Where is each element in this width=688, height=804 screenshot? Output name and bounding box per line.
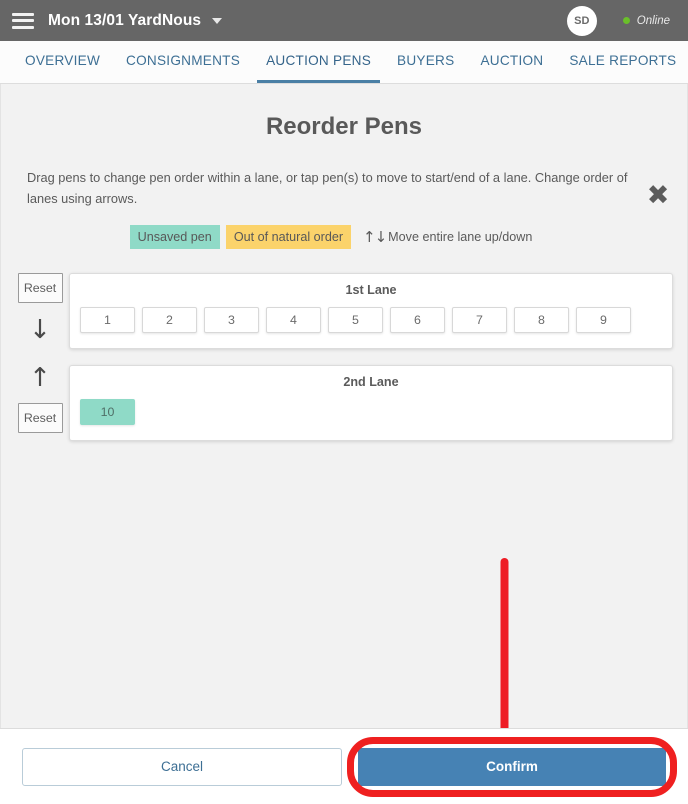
lane-card-2[interactable]: 2nd Lane 10 [69,365,673,442]
page-title: Mon 13/01 YardNous [48,11,202,29]
status-badge: Online [622,14,670,27]
cancel-button[interactable]: Cancel [22,747,342,786]
legend-out-of-natural-order: Out of natural order [225,225,352,250]
top-bar: Mon 13/01 YardNous SD Online [0,0,688,41]
status-dot-icon [622,17,630,24]
main-nav: OVERVIEW CONSIGNMENTS AUCTION PENS BUYER… [0,41,688,84]
arrow-up-down-icon: ↑↓ [363,228,387,247]
lane-row-1: Reset ↓ 1st Lane 1 2 3 4 5 6 7 8 9 [1,273,687,350]
legend-unsaved-pen: Unsaved pen [129,225,220,250]
arrow-up-icon-lane-2[interactable]: ↑ [29,365,51,391]
lane-card-1[interactable]: 1st Lane 1 2 3 4 5 6 7 8 9 [69,273,673,350]
lane-1-label: 1st Lane [345,283,397,298]
hamburger-icon[interactable] [12,12,34,29]
tab-consignments[interactable]: CONSIGNMENTS [117,41,249,83]
arrow-down-annotation-icon [500,558,509,728]
confirm-button[interactable]: Confirm [358,747,666,786]
reset-button-lane-2[interactable]: Reset [17,403,63,434]
tab-auction-pens[interactable]: AUCTION PENS [257,41,381,83]
legend-move-lane: ↑↓ Move entire lane up/down [363,228,532,246]
pen-item[interactable]: 6 [390,307,445,334]
reset-button-lane-1[interactable]: Reset [17,273,63,304]
avatar[interactable]: SD [566,5,597,36]
legend-move-lane-label: Move entire lane up/down [388,230,533,245]
lane-1-controls: Reset ↓ [11,273,69,349]
lane-list: Reset ↓ 1st Lane 1 2 3 4 5 6 7 8 9 ↑ Res… [1,273,687,442]
pen-item[interactable]: 10 [80,399,135,426]
tab-sale-reports[interactable]: SALE REPORTS [560,41,685,83]
pen-item[interactable]: 1 [80,307,135,334]
pen-item[interactable]: 5 [328,307,383,334]
lane-row-2: ↑ Reset 2nd Lane 10 [1,365,687,442]
tab-overview[interactable]: OVERVIEW [16,41,109,83]
status-label: Online [636,14,670,27]
pen-item[interactable]: 9 [576,307,631,334]
confirm-button-wrapper: Confirm [347,736,677,797]
app-window: Mon 13/01 YardNous SD Online OVERVIEW CO… [0,0,688,804]
pen-item[interactable]: 3 [204,307,259,334]
reorder-pens-modal: ✖ Reorder Pens Drag pens to change pen o… [0,84,688,728]
chevron-down-icon[interactable] [212,17,223,24]
lane-2-controls: ↑ Reset [11,365,69,441]
close-icon[interactable]: ✖ [643,182,673,212]
lane-2-label: 2nd Lane [343,375,399,390]
modal-footer: Cancel Confirm [0,728,688,804]
lane-1-pens: 1 2 3 4 5 6 7 8 9 [80,307,662,334]
modal-description: Drag pens to change pen order within a l… [27,170,628,207]
tab-auction[interactable]: AUCTION [471,41,552,83]
lane-2-pens: 10 [80,399,662,426]
pen-item[interactable]: 2 [142,307,197,334]
legend: Unsaved pen Out of natural order ↑↓ Move… [1,225,687,250]
pen-item[interactable]: 7 [452,307,507,334]
arrow-down-icon-lane-1[interactable]: ↓ [29,317,51,343]
tab-buyers[interactable]: BUYERS [388,41,463,83]
pen-item[interactable]: 4 [266,307,321,334]
pen-item[interactable]: 8 [514,307,569,334]
modal-title: Reorder Pens [265,113,423,140]
